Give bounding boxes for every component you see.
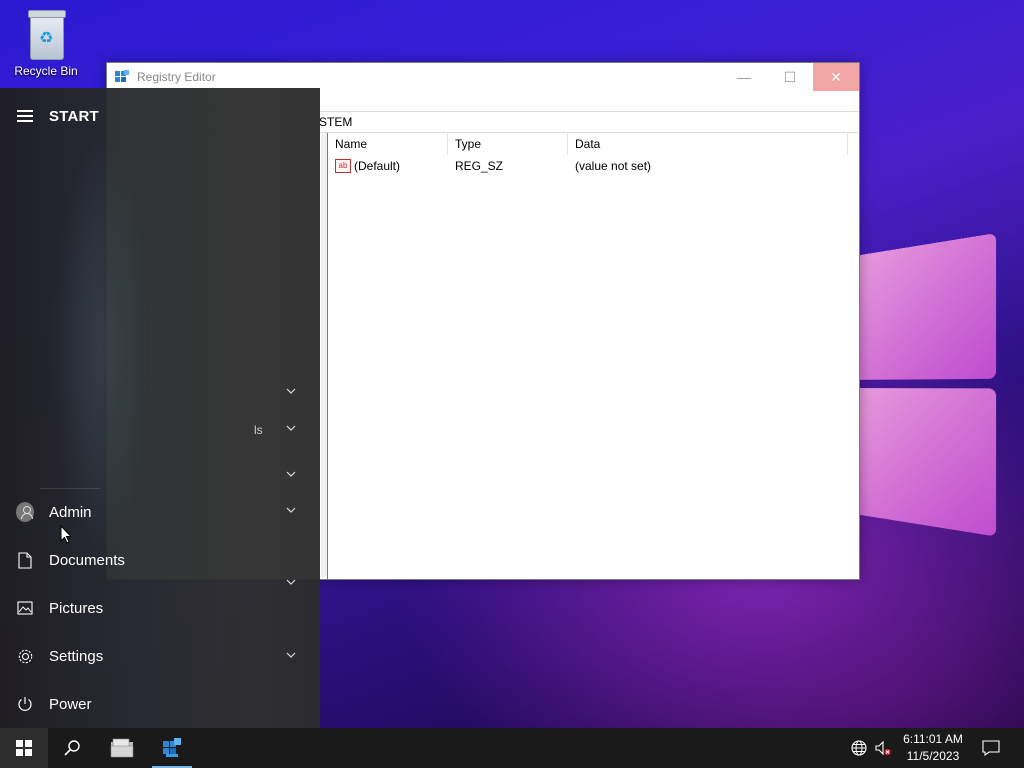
start-button[interactable] <box>0 728 48 768</box>
window-titlebar[interactable]: Registry Editor — ☐ ✕ <box>107 63 859 91</box>
start-menu-title: START <box>49 107 99 125</box>
chevron-down-icon[interactable] <box>286 650 296 661</box>
chevron-down-icon[interactable] <box>286 505 296 516</box>
system-clock[interactable]: 6:11:01 AM 11/5/2023 <box>898 731 968 765</box>
start-item-label: Settings <box>49 647 104 665</box>
value-name-cell: ab (Default) <box>328 159 448 174</box>
address-path: STEM <box>319 115 353 129</box>
registry-editor-taskbar-button[interactable] <box>148 728 196 768</box>
start-item-label: Power <box>49 695 92 713</box>
action-center-button[interactable] <box>982 728 1000 768</box>
windows-start-icon <box>16 740 32 756</box>
clock-date: 11/5/2023 <box>906 749 960 763</box>
maximize-button[interactable]: ☐ <box>767 63 813 91</box>
windows-logo-wallpaper <box>842 232 1001 540</box>
chevron-down-icon[interactable] <box>286 469 296 480</box>
column-header-data[interactable]: Data <box>568 133 848 155</box>
value-name: (Default) <box>354 158 401 173</box>
start-item-power[interactable]: Power <box>0 680 258 728</box>
folder-icon <box>110 738 134 758</box>
value-data: (value not set) <box>575 159 652 173</box>
desktop-icon-recycle-bin[interactable]: ♻ Recycle Bin <box>8 8 84 78</box>
start-menu-header[interactable]: START <box>0 88 258 144</box>
pictures-icon <box>16 599 34 617</box>
document-icon <box>16 551 34 569</box>
string-value-icon: ab <box>335 159 351 174</box>
recycle-bin-icon: ♻ <box>26 8 66 60</box>
search-button[interactable] <box>48 728 96 768</box>
notifications-icon <box>982 740 1000 757</box>
table-row[interactable]: ab (Default) REG_SZ (value not set) <box>328 155 859 177</box>
desktop: ♻ Recycle Bin Registry Editor — ☐ ✕ STEM <box>0 0 1024 728</box>
start-item-admin[interactable]: Admin <box>0 488 258 536</box>
start-item-label: Pictures <box>49 599 104 617</box>
mouse-cursor-icon <box>60 524 73 550</box>
taskbar: 6:11:01 AM 11/5/2023 <box>0 728 1024 768</box>
gear-icon <box>16 647 34 665</box>
volume-muted-icon[interactable] <box>874 728 892 768</box>
values-pane[interactable]: Name Type Data ab (Default) REG_SZ (value… <box>327 133 859 579</box>
minimize-button[interactable]: — <box>721 63 767 91</box>
start-menu[interactable]: START ls Admin Documents Pictures Settin… <box>0 88 320 728</box>
chevron-down-icon[interactable] <box>286 386 296 397</box>
start-item-documents[interactable]: Documents <box>0 536 258 584</box>
desktop-icon-label: Recycle Bin <box>14 64 78 78</box>
power-icon <box>16 695 34 713</box>
chevron-down-icon[interactable] <box>286 423 296 434</box>
clock-time: 6:11:01 AM <box>903 732 963 746</box>
chevron-down-icon[interactable] <box>286 577 296 588</box>
list-header: Name Type Data <box>328 133 859 155</box>
start-item-pictures[interactable]: Pictures <box>0 584 258 632</box>
search-icon <box>64 740 80 756</box>
start-item-label: Documents <box>49 551 125 569</box>
window-title: Registry Editor <box>137 70 216 84</box>
close-button[interactable]: ✕ <box>813 63 859 91</box>
value-type: REG_SZ <box>455 159 504 173</box>
start-item-settings[interactable]: Settings <box>0 632 258 680</box>
user-avatar-icon <box>16 502 34 522</box>
truncated-group-label: ls <box>254 423 263 437</box>
start-item-label: Admin <box>49 503 92 521</box>
hamburger-menu-icon[interactable] <box>17 110 33 122</box>
registry-editor-icon <box>163 738 181 757</box>
column-header-name[interactable]: Name <box>328 133 448 155</box>
file-explorer-button[interactable] <box>98 728 146 768</box>
network-icon[interactable] <box>850 728 868 768</box>
registry-editor-icon <box>115 70 129 84</box>
column-header-type[interactable]: Type <box>448 133 568 155</box>
